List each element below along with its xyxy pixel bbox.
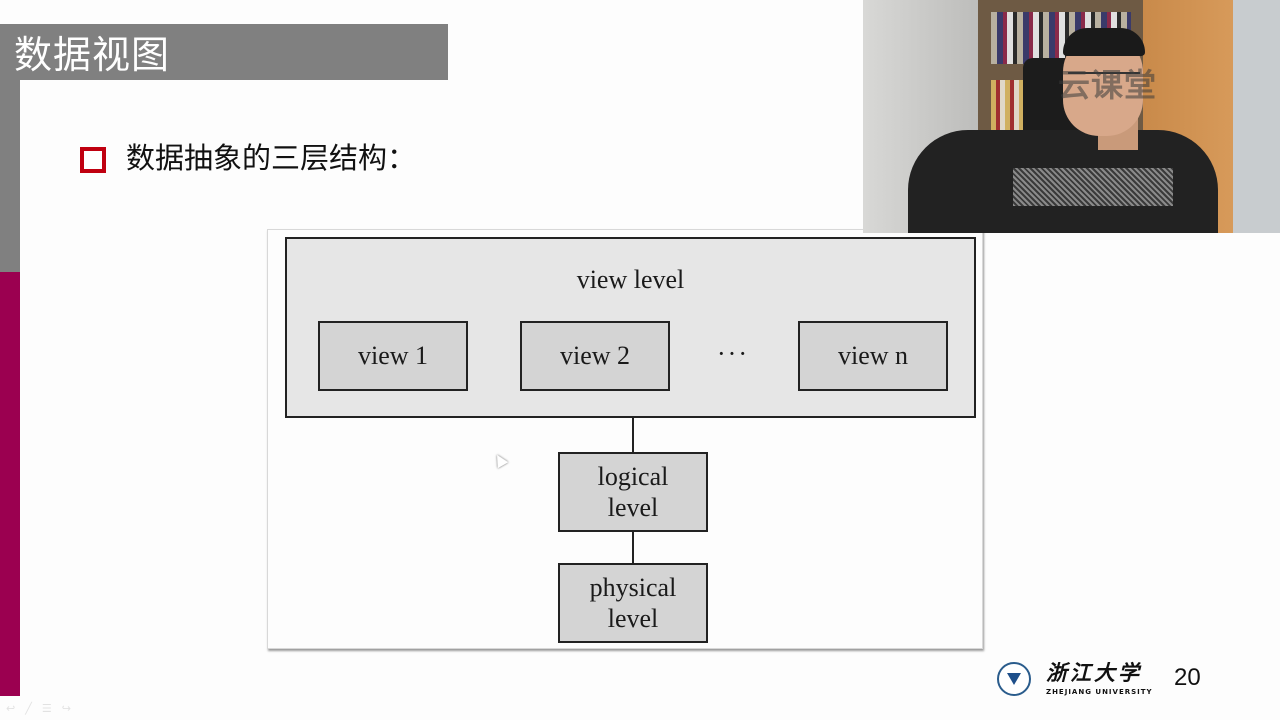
- ellipsis: ···: [717, 339, 749, 368]
- watermark: 云课堂: [1058, 66, 1158, 104]
- slide: 数据视图 数据抽象的三层结构： view level view 1 view 2…: [0, 0, 1280, 720]
- logical-level-line1: logical: [597, 462, 669, 491]
- three-level-diagram: view level view 1 view 2 ··· view n logi…: [267, 229, 983, 649]
- logical-level-line2: level: [607, 493, 659, 522]
- prev-arrow-icon[interactable]: ↩: [6, 702, 15, 715]
- view-n-box: view n: [798, 321, 948, 391]
- slide-title: 数据视图: [14, 33, 171, 77]
- slideshow-toolbar: ↩ ╱ ☰ ↪: [6, 702, 71, 715]
- university-emblem-icon: [997, 662, 1031, 696]
- bullet-square-icon: [80, 147, 106, 173]
- university-name-cn: 浙江大学: [1046, 660, 1142, 685]
- physical-level-box: physical level: [558, 563, 708, 643]
- page-number: 20: [1174, 664, 1201, 691]
- connector-view-logical: [632, 418, 634, 452]
- webcam-presenter-hair: [1063, 28, 1145, 56]
- pen-icon[interactable]: ╱: [25, 702, 32, 715]
- webcam-right-wall: [1233, 0, 1280, 233]
- webcam-sweater-stripe: [1013, 168, 1173, 206]
- next-arrow-icon[interactable]: ↪: [62, 702, 71, 715]
- view-level-box: view level view 1 view 2 ··· view n: [285, 237, 976, 418]
- logical-level-box: logical level: [558, 452, 708, 532]
- view-2-box: view 2: [520, 321, 670, 391]
- physical-level-line2: level: [607, 604, 659, 633]
- physical-level-line1: physical: [589, 573, 677, 602]
- menu-icon[interactable]: ☰: [42, 702, 52, 715]
- view-1-box: view 1: [318, 321, 468, 391]
- connector-logical-physical: [632, 532, 634, 563]
- bullet-text: 数据抽象的三层结构：: [126, 141, 417, 175]
- view-level-label: view level: [576, 265, 685, 294]
- webcam-video: 云课堂: [863, 0, 1280, 233]
- university-name-en: ZHEJIANG UNIVERSITY: [1046, 688, 1153, 696]
- left-accent-magenta: [0, 272, 20, 696]
